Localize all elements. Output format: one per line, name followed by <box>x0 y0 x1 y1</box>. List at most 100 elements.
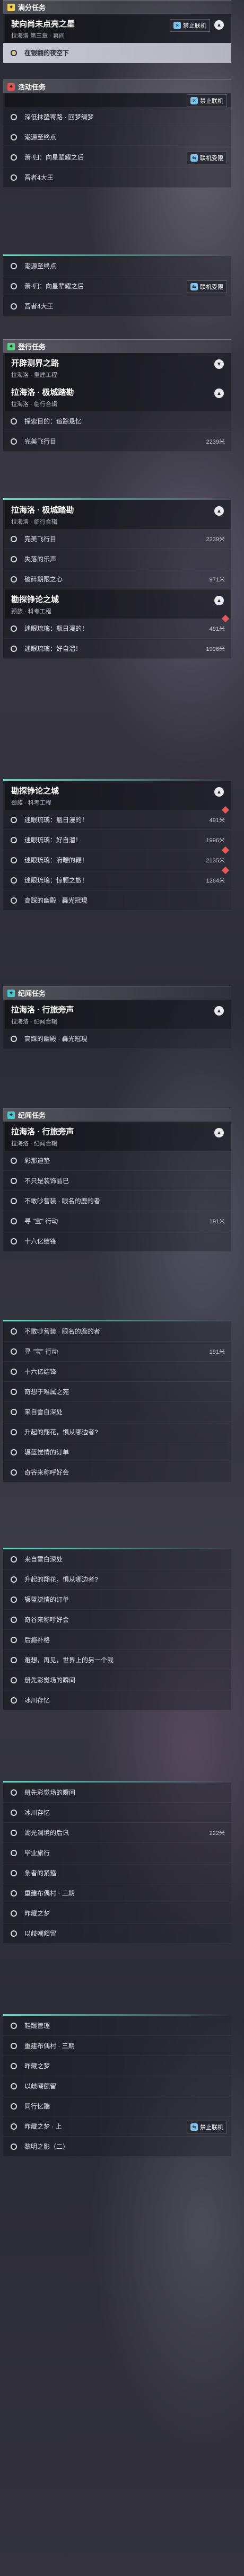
quest-item[interactable]: 潮源至终点 <box>3 256 231 276</box>
quest-column: ✦ 满分任务 驶向尚未点亮之星 拉海洛 第三章 · 幕间 ▲ ✕ 禁止联机 在银翻的夜空下 <box>3 0 231 63</box>
chevron-up-icon[interactable]: ▲ <box>214 389 224 398</box>
quest-item[interactable]: 高踩的幽殿 · 轟光冠現 <box>3 890 231 911</box>
quest-item[interactable]: 邂想，再见，世界上的另一个我 <box>3 1650 231 1670</box>
category-header[interactable]: ✦ 纪闻任务 <box>3 986 231 1000</box>
quest-item[interactable]: 来自雪白深处 <box>3 1402 231 1422</box>
category-header[interactable]: ✦ 满分任务 <box>3 0 231 14</box>
quest-item[interactable]: 毕业旅行 <box>3 1843 231 1863</box>
category-header[interactable]: ✦ 活动任务 <box>3 80 231 93</box>
quest-item[interactable]: 奇想于难属之苑 <box>3 1382 231 1402</box>
quest-item[interactable]: 同行忆踹 <box>3 2096 231 2116</box>
quest-item-label: 升起的翔花，惧从哪边者? <box>24 1576 98 1583</box>
quest-item[interactable]: 十六亿结锋 <box>3 1231 231 1251</box>
quest-item[interactable]: 高踩的幽殿 · 轟光冠現 <box>3 1029 231 1049</box>
quest-item[interactable]: 失落的乐声 <box>3 549 231 569</box>
quest-status-icon <box>11 2103 17 2110</box>
quest-item[interactable]: 来自雪白深处 <box>3 1549 231 1569</box>
quest-item[interactable]: 探索目的：追踪悬忆 <box>3 411 231 431</box>
category-header[interactable]: ✦ 纪闻任务 <box>3 1108 231 1122</box>
quest-status-icon <box>11 1035 17 1042</box>
quest-item[interactable]: 迷眼琉璃：好自溜！ 1996米 <box>3 830 231 850</box>
category-header[interactable]: ✦ 登行任务 <box>3 339 231 353</box>
quest-item[interactable]: 册先彩觉场的瞬间 <box>3 1670 231 1690</box>
quest-item[interactable]: 完美飞行目 2239米 <box>3 529 231 549</box>
quest-item[interactable]: 不敢吵营装 · 眼名的鹿的者 <box>3 1191 231 1211</box>
quest-item[interactable]: 不敢吵营装 · 眼名的鹿的者 <box>3 1321 231 1342</box>
quest-item[interactable]: 在银翻的夜空下 <box>3 43 231 63</box>
quest-item-label: 以歧嘲额留 <box>24 2083 57 2090</box>
quest-type-icon: ✦ <box>7 83 15 91</box>
quest-item[interactable]: 萧·归：向星辈耀之后 ⇆ 联机受限 <box>3 276 231 296</box>
quest-item-label: 失落的乐声 <box>24 555 57 563</box>
quest-item[interactable]: 潮源至终点 <box>3 127 231 147</box>
quest-group-title: 勘探铮论之城 <box>11 787 59 796</box>
quest-group-header[interactable]: 拉海洛 · 极城踏勘 拉海洛 · 临行合辑 ▲ <box>3 382 231 411</box>
chevron-down-icon[interactable]: ▼ <box>214 359 224 369</box>
quest-item[interactable]: 完美飞行目 2239米 <box>3 431 231 452</box>
quest-item[interactable]: 吾者4大王 <box>3 296 231 316</box>
quest-item-label: 黎明之影（二） <box>24 2143 69 2150</box>
quest-group-header[interactable]: 驶向尚未点亮之星 拉海洛 第三章 · 幕间 ▲ ✕ 禁止联机 <box>3 14 231 43</box>
quest-item[interactable]: 萧·归：向星辈耀之后 ⇆ 联机受限 <box>3 147 231 167</box>
quest-group-header[interactable]: 勘探铮论之城 颈族 · 科考工程 ▲ <box>3 589 231 619</box>
quest-item[interactable]: 深低抹垫寄路 · 回梦绸梦 <box>3 107 231 127</box>
quest-group-header[interactable]: 拉海洛 · 极城踏勘 拉海洛 · 临行合辑 ▲ <box>3 500 231 529</box>
quest-item[interactable]: 寻 "宝" 行动 191米 <box>3 1342 231 1362</box>
chevron-up-icon[interactable]: ▲ <box>214 596 224 605</box>
quest-status-icon <box>11 1449 17 1455</box>
quest-item[interactable]: 以歧嘲额留 <box>3 1924 231 1944</box>
quest-status-icon <box>11 1677 17 1683</box>
quest-group-title: 开辟测界之路 <box>11 359 59 368</box>
quest-group-header[interactable]: 开辟测界之路 拉海洛 · 重建工程 ▼ <box>3 353 231 382</box>
quest-item[interactable]: 鞋蹑管理 <box>3 2016 231 2036</box>
quest-item[interactable]: 寻 "宝" 行动 191米 <box>3 1211 231 1231</box>
quest-item[interactable]: 彩那迫垫 <box>3 1151 231 1171</box>
quest-item[interactable]: 昨藏之梦 <box>3 2056 231 2076</box>
quest-item[interactable]: 迷眼琉璃：瓶日漫的！ 491米 <box>3 614 231 639</box>
chevron-up-icon[interactable]: ▲ <box>214 1128 224 1137</box>
quest-item[interactable]: 册先彩觉场的瞬间 <box>3 1783 231 1803</box>
quest-item[interactable]: 迷眼琉璃：惊颗之旅！ 1264米 <box>3 866 231 890</box>
quest-status-icon <box>11 1238 17 1245</box>
quest-item[interactable]: 吾者4大王 <box>3 167 231 188</box>
chevron-up-icon[interactable]: ▲ <box>214 1006 224 1016</box>
quest-item[interactable]: 黎明之影（二） <box>3 2137 231 2157</box>
quest-item[interactable]: 迷眼琉璃：府鞭的鞭！ 2135米 <box>3 846 231 870</box>
quest-item[interactable]: 后瘾补格 <box>3 1630 231 1650</box>
quest-item-label: 迷眼琉璃：府鞭的鞭！ <box>24 857 89 864</box>
chevron-up-icon[interactable]: ▲ <box>214 787 224 797</box>
quest-item[interactable]: 条者的紧箍 <box>3 1863 231 1883</box>
quest-item[interactable]: 奇谷来称呼好会 <box>3 1462 231 1483</box>
quest-item[interactable]: 奇谷来称呼好会 <box>3 1610 231 1630</box>
quest-item[interactable]: 升起的翔花，惧从哪边者? <box>3 1422 231 1442</box>
quest-item[interactable]: 昨藏之梦 <box>3 1903 231 1924</box>
quest-group-header[interactable]: 拉海洛 · 行旅旁声 拉海洛 · 纪闻合辑 ▲ <box>3 1000 231 1029</box>
quest-group-header[interactable]: 拉海洛 · 行旅旁声 拉海洛 · 纪闻合辑 ▲ <box>3 1122 231 1151</box>
quest-item[interactable]: 破碎期限之心 971米 <box>3 569 231 589</box>
quest-status-icon <box>11 2083 17 2089</box>
quest-item[interactable]: 重建布偶村 · 三期 <box>3 1883 231 1903</box>
quest-item[interactable]: 以歧嘲额留 <box>3 2076 231 2096</box>
quest-item[interactable]: 辗蓝觉情的订单 <box>3 1590 231 1610</box>
quest-group-header[interactable]: 勘探铮论之城 颈族 · 科考工程 ▲ <box>3 781 231 810</box>
chevron-up-icon[interactable]: ▲ <box>214 506 224 516</box>
quest-item[interactable]: 冰川存忆 <box>3 1803 231 1823</box>
quest-item-label: 寻 "宝" 行动 <box>24 1348 58 1355</box>
quest-item[interactable]: 湖光澜境的后讯 222米 <box>3 1823 231 1843</box>
quest-item[interactable]: 迷眼琉璃：好自溜！ 1996米 <box>3 639 231 659</box>
quest-status-icon <box>11 1910 17 1917</box>
quest-item[interactable]: 重建布偶村 · 三期 <box>3 2036 231 2056</box>
quest-item[interactable]: 昨藏之梦 · 上 ⇆ 禁止联机 <box>3 2116 231 2137</box>
quest-item-label: 邂想，再见，世界上的另一个我 <box>24 1656 114 1664</box>
quest-item[interactable]: 十六亿结锋 <box>3 1362 231 1382</box>
quest-status-icon <box>11 1616 17 1623</box>
quest-item[interactable]: 不只是装饰品已 <box>3 1171 231 1191</box>
quest-item-label: 冰川存忆 <box>24 1809 50 1816</box>
chevron-up-icon[interactable]: ▲ <box>214 20 224 30</box>
quest-item[interactable]: 迷眼琉璃：瓶日漫的！ 491米 <box>3 806 231 830</box>
quest-item[interactable]: 冰川存忆 <box>3 1690 231 1710</box>
quest-distance: 191米 <box>209 1218 225 1225</box>
quest-item[interactable]: 升起的翔花，惧从哪边者? <box>3 1569 231 1590</box>
quest-status-icon <box>11 1388 17 1395</box>
quest-item[interactable]: 辗蓝觉情的订单 <box>3 1442 231 1462</box>
